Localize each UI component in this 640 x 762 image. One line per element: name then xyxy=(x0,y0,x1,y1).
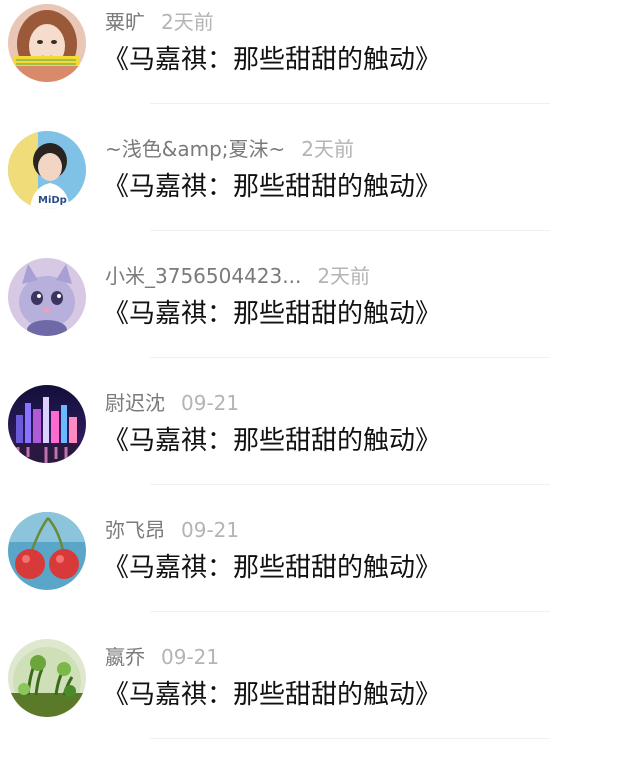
girl-portrait-avatar-icon xyxy=(8,4,86,82)
comment-meta: ~浅色&amp;夏沫~ 2天前 xyxy=(105,136,354,162)
comment-item[interactable]: 尉迟沈 09-21 《马嘉祺：那些甜甜的触动》 xyxy=(0,381,640,508)
user-avatar[interactable] xyxy=(8,512,86,590)
username[interactable]: ~浅色&amp;夏沫~ xyxy=(105,137,285,161)
divider xyxy=(150,484,550,485)
comment-title[interactable]: 《马嘉祺：那些甜甜的触动》 xyxy=(103,424,441,458)
user-avatar[interactable]: MiDp xyxy=(8,131,86,209)
comment-title[interactable]: 《马嘉祺：那些甜甜的触动》 xyxy=(103,170,441,204)
username[interactable]: 尉迟沈 xyxy=(105,391,165,415)
comment-meta: 小米_3756504423... 2天前 xyxy=(105,263,370,289)
username[interactable]: 小米_3756504423... xyxy=(105,264,301,288)
timestamp: 09-21 xyxy=(161,645,220,669)
timestamp: 2天前 xyxy=(317,264,371,288)
boy-portrait-avatar-icon: MiDp xyxy=(8,131,86,209)
username[interactable]: 粟旷 xyxy=(105,10,145,34)
comment-title[interactable]: 《马嘉祺：那些甜甜的触动》 xyxy=(103,678,441,712)
timestamp: 09-21 xyxy=(181,391,240,415)
comment-meta: 弥飞昂 09-21 xyxy=(105,517,239,543)
user-avatar[interactable] xyxy=(8,639,86,717)
comment-item[interactable]: 粟旷 2天前 《马嘉祺：那些甜甜的触动》 xyxy=(0,0,640,127)
user-avatar[interactable] xyxy=(8,385,86,463)
comment-list: 粟旷 2天前 《马嘉祺：那些甜甜的触动》 MiDp ~浅色&amp;夏沫~ 2天前 … xyxy=(0,0,640,762)
svg-text:MiDp: MiDp xyxy=(38,195,67,206)
comment-title[interactable]: 《马嘉祺：那些甜甜的触动》 xyxy=(103,43,441,77)
username[interactable]: 弥飞昂 xyxy=(105,518,165,542)
cat-doll-avatar-icon xyxy=(8,258,86,336)
timestamp: 09-21 xyxy=(181,518,240,542)
comment-title[interactable]: 《马嘉祺：那些甜甜的触动》 xyxy=(103,551,441,585)
city-night-avatar-icon xyxy=(8,385,86,463)
timestamp: 2天前 xyxy=(301,137,355,161)
divider xyxy=(150,611,550,612)
comment-meta: 粟旷 2天前 xyxy=(105,9,214,35)
comment-item[interactable]: 弥飞昂 09-21 《马嘉祺：那些甜甜的触动》 xyxy=(0,508,640,635)
user-avatar[interactable] xyxy=(8,258,86,336)
comment-item[interactable]: MiDp ~浅色&amp;夏沫~ 2天前 《马嘉祺：那些甜甜的触动》 xyxy=(0,127,640,254)
comment-item[interactable]: 嬴乔 09-21 《马嘉祺：那些甜甜的触动》 xyxy=(0,635,640,762)
terrarium-avatar-icon xyxy=(8,639,86,717)
username[interactable]: 嬴乔 xyxy=(105,645,145,669)
comment-meta: 嬴乔 09-21 xyxy=(105,644,219,670)
cherries-avatar-icon xyxy=(8,512,86,590)
divider xyxy=(150,738,550,739)
comment-title[interactable]: 《马嘉祺：那些甜甜的触动》 xyxy=(103,297,441,331)
divider xyxy=(150,230,550,231)
timestamp: 2天前 xyxy=(161,10,214,34)
user-avatar[interactable] xyxy=(8,4,86,82)
divider xyxy=(150,103,550,104)
divider xyxy=(150,357,550,358)
comment-item[interactable]: 小米_3756504423... 2天前 《马嘉祺：那些甜甜的触动》 xyxy=(0,254,640,381)
comment-meta: 尉迟沈 09-21 xyxy=(105,390,239,416)
